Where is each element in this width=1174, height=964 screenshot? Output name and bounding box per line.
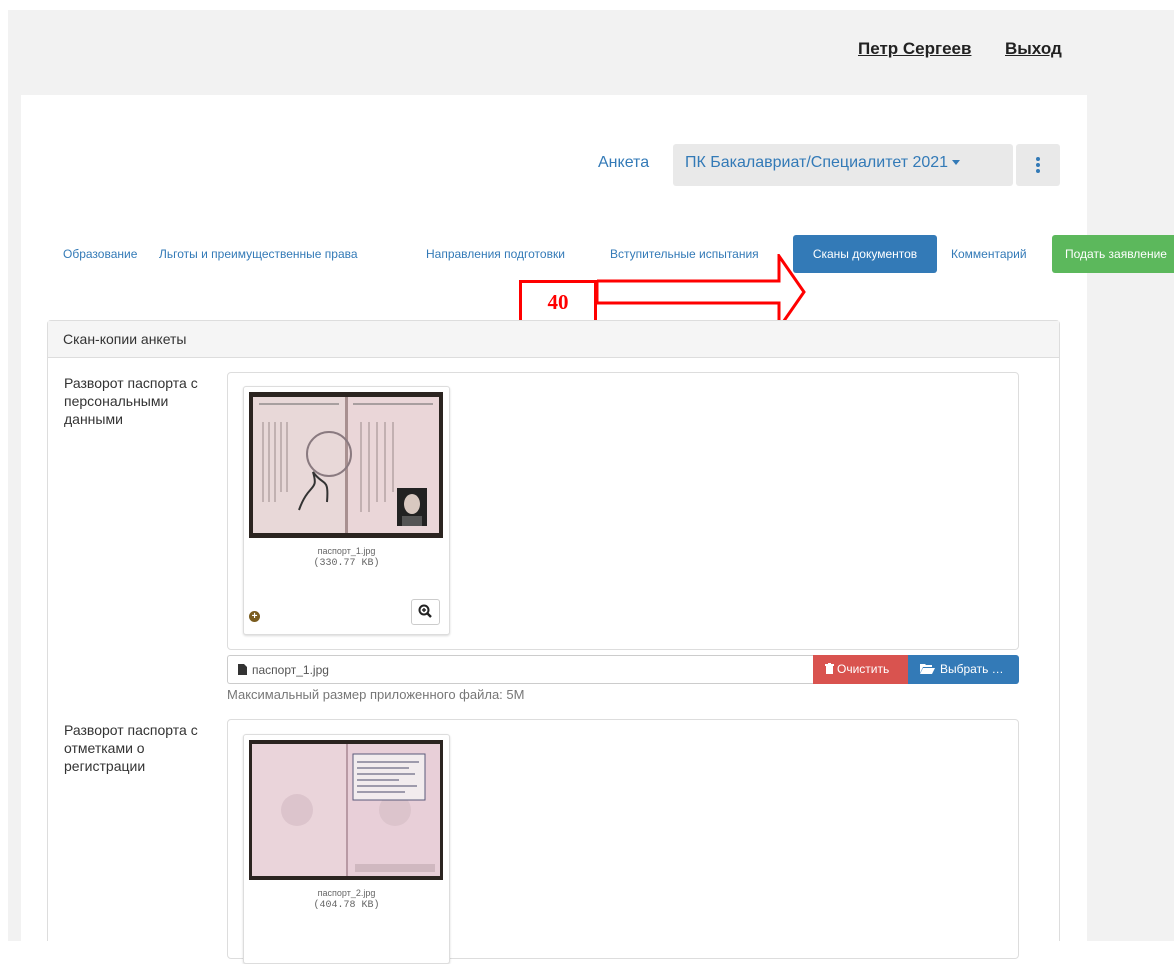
choose-file-button[interactable]: Выбрать … bbox=[908, 655, 1019, 684]
caret-down-icon bbox=[952, 160, 961, 166]
tab-directions[interactable]: Направления подготовки bbox=[426, 235, 565, 273]
submit-application-button[interactable]: Подать заявление bbox=[1052, 235, 1174, 273]
choose-label: Выбрать … bbox=[940, 662, 1004, 676]
thumbnail-file-name: паспорт_1.jpg bbox=[317, 546, 376, 556]
tab-education[interactable]: Образование bbox=[63, 235, 137, 273]
kebab-dot-icon bbox=[1036, 157, 1040, 161]
clear-button[interactable]: Очистить bbox=[813, 655, 908, 684]
anketa-select[interactable]: ПК Бакалавриат/Специалитет 2021 bbox=[673, 144, 1013, 186]
tab-benefits[interactable]: Льготы и преимущественные права bbox=[159, 235, 358, 273]
zoom-in-icon bbox=[418, 604, 432, 618]
document-label-passport-main: Разворот паспорта с персональными данным… bbox=[64, 375, 198, 427]
more-menu-button[interactable] bbox=[1016, 144, 1060, 186]
plus-circle-icon[interactable]: + bbox=[249, 611, 260, 622]
user-name-link[interactable]: Петр Сергеев bbox=[858, 39, 971, 59]
thumbnail-file-name: паспорт_2.jpg bbox=[317, 888, 376, 898]
zoom-preview-button[interactable] bbox=[411, 599, 440, 625]
thumbnail-file-size: (330.77 KB) bbox=[313, 558, 380, 569]
passport-scan-image bbox=[249, 392, 443, 538]
tab-comment[interactable]: Комментарий bbox=[951, 235, 1027, 273]
file-name-field[interactable]: паспорт_1.jpg bbox=[227, 655, 813, 684]
anketa-selected-value: ПК Бакалавриат/Специалитет 2021 bbox=[685, 154, 949, 171]
tab-document-scans[interactable]: Сканы документов bbox=[793, 235, 937, 273]
trash-icon bbox=[825, 663, 834, 674]
clear-label: Очистить bbox=[837, 662, 890, 676]
thumbnail-file-size: (404.78 KB) bbox=[313, 900, 380, 911]
max-size-help-text: Максимальный размер приложенного файла: … bbox=[227, 687, 525, 702]
annotation-number-box: 40 bbox=[519, 280, 597, 324]
panel-heading bbox=[48, 321, 1059, 358]
anketa-label: Анкета bbox=[598, 154, 650, 171]
panel-title: Скан-копии анкеты bbox=[63, 331, 187, 347]
logout-link[interactable]: Выход bbox=[1005, 39, 1062, 59]
annotation-arrow bbox=[597, 254, 806, 330]
document-label-passport-registration: Разворот паспорта с отметками о регистра… bbox=[64, 722, 198, 774]
file-input-value: паспорт_1.jpg bbox=[252, 663, 329, 677]
kebab-dot-icon bbox=[1036, 163, 1040, 167]
folder-open-icon bbox=[920, 664, 935, 674]
passport-registration-scan-image bbox=[249, 740, 443, 880]
kebab-dot-icon bbox=[1036, 169, 1040, 173]
file-icon bbox=[238, 664, 247, 675]
